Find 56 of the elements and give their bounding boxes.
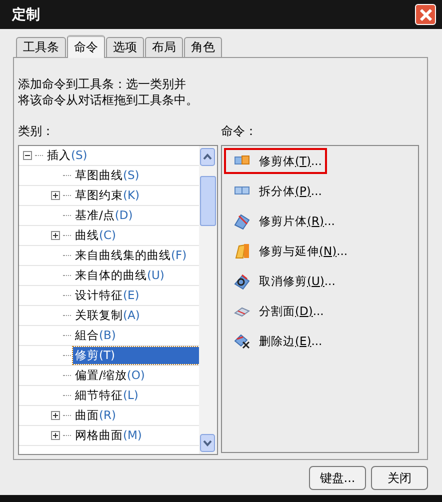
tree-item[interactable]: 草图曲线(S) [73,167,142,184]
command-icon [233,212,251,230]
tree-item[interactable]: 偏置/缩放(O) [73,367,147,384]
command-item[interactable]: 修剪片体(R)... [224,208,340,234]
command-item[interactable]: 修剪体(T)... [224,148,327,174]
expand-icon[interactable] [51,431,60,440]
command-item[interactable]: 拆分体(P)... [224,178,327,204]
tree-item[interactable]: 基准/点(D) [73,207,135,224]
tab[interactable]: 工具条 [16,37,66,57]
categories-label: 类别： [18,123,54,140]
tree-item[interactable]: 网格曲面(M) [73,427,144,444]
expand-icon[interactable] [51,411,60,420]
scroll-down-icon[interactable] [200,434,215,452]
command-item[interactable]: 分割面(D)... [224,298,329,324]
window-title: 定制 [12,6,40,24]
scrollbar[interactable] [199,146,217,454]
command-icon [233,272,251,290]
tree-item[interactable]: 修剪(T) [73,347,199,364]
command-item[interactable]: 删除边(E)... [224,328,328,354]
scroll-thumb[interactable] [200,176,216,226]
dialog-button[interactable]: 关闭 [371,466,428,490]
expand-icon[interactable] [51,231,60,240]
command-icon [233,332,251,350]
instruction-text: 将该命令从对话框拖到工具条中。 [18,92,199,108]
command-label: 修剪体(T)... [259,154,322,168]
dialog-button[interactable]: 键盘... [309,466,366,490]
command-label: 取消修剪(U)... [259,274,336,288]
tree-item[interactable]: 设计特征(E) [73,287,142,304]
command-label: 分割面(D)... [259,304,324,318]
command-label: 修剪与延伸(N)... [259,244,348,258]
close-button[interactable] [415,4,436,25]
instruction-text: 添加命令到工具条：选一类别并 [18,76,187,92]
command-label: 拆分体(P)... [259,184,322,198]
expand-icon[interactable] [51,191,60,200]
tab[interactable]: 选项 [106,37,144,57]
commands-label: 命令： [221,123,257,140]
command-item[interactable]: 取消修剪(U)... [224,268,340,294]
tree-item[interactable]: 来自体的曲线(U) [73,267,166,284]
command-label: 修剪片体(R)... [259,214,335,228]
close-icon [418,8,432,22]
collapse-icon[interactable] [23,151,32,160]
tab[interactable]: 命令 [67,35,105,58]
tree-item[interactable]: 来自曲线集的曲线(F) [73,247,189,264]
tab[interactable]: 布局 [145,37,183,57]
tree-item[interactable]: 插入(S) [45,147,90,164]
tree-item[interactable]: 細节特征(L) [73,387,140,404]
tree-item[interactable]: 曲线(C) [73,227,118,244]
tab[interactable]: 角色 [184,37,222,57]
tree-item[interactable]: 曲面(R) [73,407,118,424]
scroll-up-icon[interactable] [200,148,215,166]
tree-item[interactable]: 草图约束(K) [73,187,142,204]
tree-item[interactable]: 組合(B) [73,327,118,344]
command-label: 删除边(E)... [259,334,322,348]
tree-item[interactable]: 关联复制(A) [73,307,142,324]
command-item[interactable]: 修剪与延伸(N)... [224,238,353,264]
command-icon [233,242,251,260]
